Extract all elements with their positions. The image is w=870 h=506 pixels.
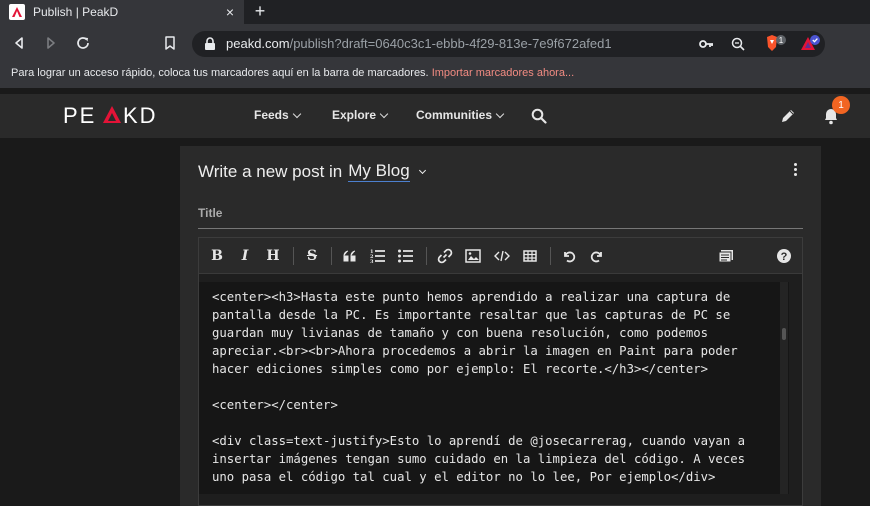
- svg-text:KD: KD: [123, 104, 158, 126]
- tab-publish[interactable]: Publish | PeakD ×: [0, 0, 244, 24]
- more-options-icon[interactable]: [794, 163, 798, 177]
- peakd-favicon-icon: [9, 4, 25, 20]
- code-line: hacer ediciones simples como por ejemplo…: [212, 362, 709, 376]
- chevron-down-icon: [495, 109, 505, 118]
- chevron-down-icon[interactable]: [418, 166, 426, 174]
- code-line: insertar imágenes tengan sumo cuidado en…: [212, 452, 746, 466]
- tab-close-icon[interactable]: ×: [220, 4, 240, 20]
- code-line: apreciar.<br><br>Ahora procedemos a abri…: [212, 344, 738, 358]
- toolbar-divider: [293, 247, 294, 265]
- bookmarks-bar: Para lograr un acceso rápido, coloca tus…: [0, 62, 870, 88]
- url-host: peakd.com: [226, 36, 290, 51]
- image-icon[interactable]: [464, 247, 482, 265]
- code-line: <center></center>: [212, 398, 338, 412]
- bold-button[interactable]: B: [208, 247, 226, 265]
- address-bar[interactable]: peakd.com/publish?draft=0640c3c1-ebbb-4f…: [192, 31, 825, 57]
- reload-icon[interactable]: [72, 32, 94, 54]
- zoom-icon[interactable]: [730, 36, 746, 52]
- bookmarks-hint: Para lograr un acceso rápido, coloca tus…: [11, 67, 429, 79]
- toolbar-divider: [426, 247, 427, 265]
- italic-button[interactable]: I: [236, 247, 254, 265]
- code-line: <center><h3>Hasta este punto hemos apren…: [212, 290, 731, 304]
- tab-strip: Publish | PeakD × +: [0, 0, 870, 24]
- nav-explore[interactable]: Explore: [332, 108, 389, 122]
- table-icon[interactable]: [521, 247, 539, 265]
- logo-text: PE: [63, 104, 96, 126]
- write-post-icon[interactable]: [780, 108, 796, 124]
- key-icon[interactable]: [698, 36, 714, 52]
- lock-icon[interactable]: [202, 36, 218, 52]
- back-icon[interactable]: [8, 32, 30, 54]
- link-icon[interactable]: [436, 247, 454, 265]
- import-bookmarks-link[interactable]: Importar marcadores ahora...: [432, 67, 574, 79]
- snippets-icon[interactable]: [717, 247, 735, 265]
- notification-badge: 1: [832, 96, 850, 114]
- title-input[interactable]: [198, 199, 803, 229]
- code-line: <div class=text-justify>Esto lo aprendí …: [212, 434, 746, 448]
- code-line: pantalla desde la PC. Es importante resa…: [212, 308, 731, 322]
- nav-feeds-label: Feeds: [254, 108, 289, 122]
- toolbar-divider: [550, 247, 551, 265]
- brave-rewards-icon[interactable]: [799, 34, 821, 54]
- redo-icon[interactable]: [588, 247, 606, 265]
- quote-icon[interactable]: [341, 247, 359, 265]
- url-path: /publish?draft=0640c3c1-ebbb-4f29-813e-7…: [289, 36, 612, 51]
- title-placeholder: Title: [198, 206, 223, 220]
- unordered-list-icon[interactable]: [397, 247, 415, 265]
- toolbar-divider: [331, 247, 332, 265]
- peakd-logo[interactable]: PE KD: [63, 104, 167, 126]
- page-title: Write a new post in My Blog: [198, 161, 426, 182]
- nav-communities-label: Communities: [416, 108, 493, 122]
- bookmark-icon[interactable]: [159, 32, 181, 54]
- undo-icon[interactable]: [560, 247, 578, 265]
- svg-text:3: 3: [370, 259, 374, 263]
- brave-shield-icon[interactable]: 1: [765, 34, 787, 54]
- tab-title: Publish | PeakD: [33, 5, 119, 19]
- new-tab-button[interactable]: +: [250, 0, 270, 24]
- help-icon[interactable]: ?: [775, 247, 793, 265]
- nav-communities[interactable]: Communities: [416, 108, 505, 122]
- code-icon[interactable]: [493, 247, 511, 265]
- nav-feeds[interactable]: Feeds: [254, 108, 301, 122]
- heading-prefix: Write a new post in: [198, 161, 343, 181]
- code-line: uno pasa el código tal cual y el editor …: [212, 470, 716, 484]
- svg-text:?: ?: [781, 251, 788, 263]
- svg-text:1: 1: [779, 36, 784, 45]
- editor-scrollbar-thumb[interactable]: [782, 328, 786, 340]
- editor-scrollbar[interactable]: [780, 282, 788, 494]
- chevron-down-icon: [292, 109, 301, 118]
- strikethrough-button[interactable]: S: [303, 247, 321, 265]
- search-icon[interactable]: [531, 108, 547, 124]
- ordered-list-icon[interactable]: 123: [369, 247, 387, 265]
- heading-button[interactable]: H: [264, 247, 282, 265]
- chevron-down-icon: [379, 109, 389, 118]
- nav-explore-label: Explore: [332, 108, 377, 122]
- forward-icon[interactable]: [40, 32, 62, 54]
- blog-selector[interactable]: My Blog: [348, 161, 410, 182]
- url-text[interactable]: peakd.com/publish?draft=0640c3c1-ebbb-4f…: [226, 36, 612, 51]
- code-line: guardan muy livianas de tamaño y con bue…: [212, 326, 709, 340]
